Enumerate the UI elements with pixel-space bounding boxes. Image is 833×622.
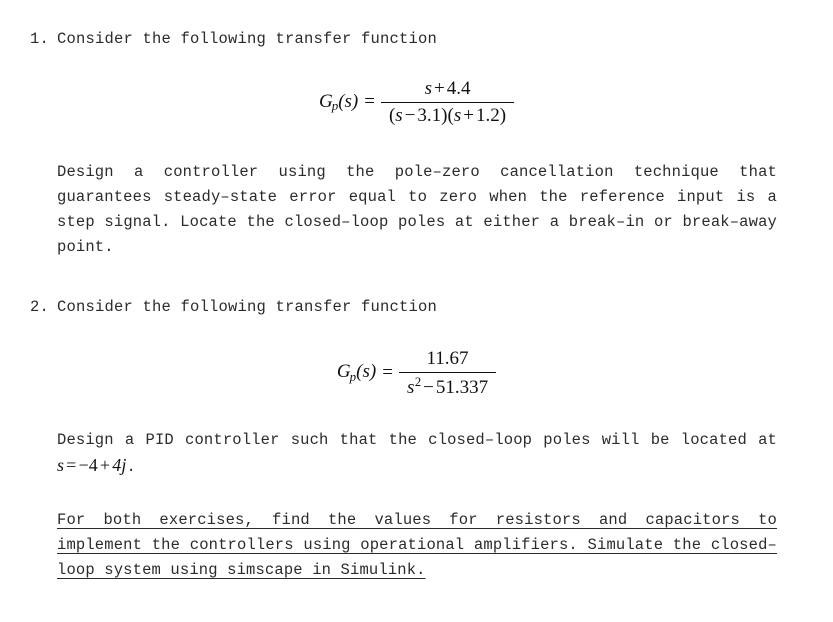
equation-1-num-var: s (424, 78, 432, 99)
item-1-body-paragraph: Design a controller using the pole–zero … (57, 163, 777, 256)
closing-note: For both exercises, find the values for … (57, 511, 777, 579)
equation-1-num-value: 4.4 (446, 78, 471, 99)
equation-1-lhs: Gp(s) (319, 91, 360, 115)
item-2-body-paragraph: Design a PID controller such that the cl… (57, 428, 777, 480)
document-page: 1. Consider the following transfer functi… (0, 0, 833, 622)
item-2-body-text-after: . (126, 458, 136, 476)
equation-1-den-op-1: − (404, 104, 416, 126)
equation-1-lhs-main: G (318, 90, 333, 112)
equation-2-den-var: s (406, 376, 415, 398)
list-item-2: 2. Consider the following transfer functi… (30, 296, 777, 318)
item-1-number: 1. (30, 30, 50, 48)
item-2-title: Consider the following transfer function (57, 298, 438, 316)
equation-2-den-op: − (423, 376, 434, 398)
equation-1: Gp(s) = s +4.4 (s −3.1)(s +1.2) (0, 78, 833, 127)
item-2-heading: 2. Consider the following transfer functi… (30, 296, 777, 318)
item-2-inline-math: s = −4 +4j (57, 455, 127, 475)
equation-1-fraction: s +4.4 (s −3.1)(s +1.2) (380, 78, 515, 127)
equation-2-denominator: s2−51.337 (399, 373, 496, 399)
equation-2-lhs: Gp(s) (337, 361, 378, 385)
list-item-1: 1. Consider the following transfer functi… (30, 28, 777, 50)
equation-1-num-op: + (433, 78, 445, 99)
equation-1-equals: = (364, 91, 375, 113)
equation-1-den-value-1: 3.1 (417, 104, 442, 126)
inline-math-op: + (99, 455, 111, 475)
equation-1-lhs-arg: (s) (338, 90, 359, 112)
equation-2-lhs-arg: (s) (356, 361, 377, 383)
equation-1-denominator: (s −3.1)(s +1.2) (381, 103, 514, 127)
equation-1-den-var-1: s (395, 104, 403, 126)
equation-2-numerator: 11.67 (418, 348, 476, 372)
equation-2-equals: = (382, 362, 393, 384)
equation-2-den-value: 51.337 (435, 376, 489, 398)
equation-1-numerator: s +4.4 (417, 78, 479, 102)
equation-2-num-value: 11.67 (426, 348, 469, 369)
inline-math-real: −4 (78, 455, 98, 475)
inline-math-equals: = (66, 455, 77, 475)
equation-2-fraction: 11.67 s2−51.337 (398, 348, 497, 399)
item-1-title: Consider the following transfer function (57, 30, 438, 48)
item-2-body-text-before: Design a PID controller such that the cl… (57, 431, 777, 449)
equation-2-lhs-main: G (336, 361, 351, 383)
inline-math-imag: 4j (112, 455, 127, 475)
item-1-heading: 1. Consider the following transfer functi… (30, 28, 777, 50)
item-2-number: 2. (30, 298, 50, 316)
equation-2: Gp(s) = 11.67 s2−51.337 (0, 348, 833, 399)
equation-1-den-value-2: 1.2 (475, 104, 500, 126)
equation-1-expression: Gp(s) = s +4.4 (s −3.1)(s +1.2) (319, 78, 515, 127)
equation-2-expression: Gp(s) = 11.67 s2−51.337 (337, 348, 497, 399)
equation-1-den-op-2: + (463, 104, 474, 126)
equation-1-den-close-2: ) (499, 104, 507, 126)
